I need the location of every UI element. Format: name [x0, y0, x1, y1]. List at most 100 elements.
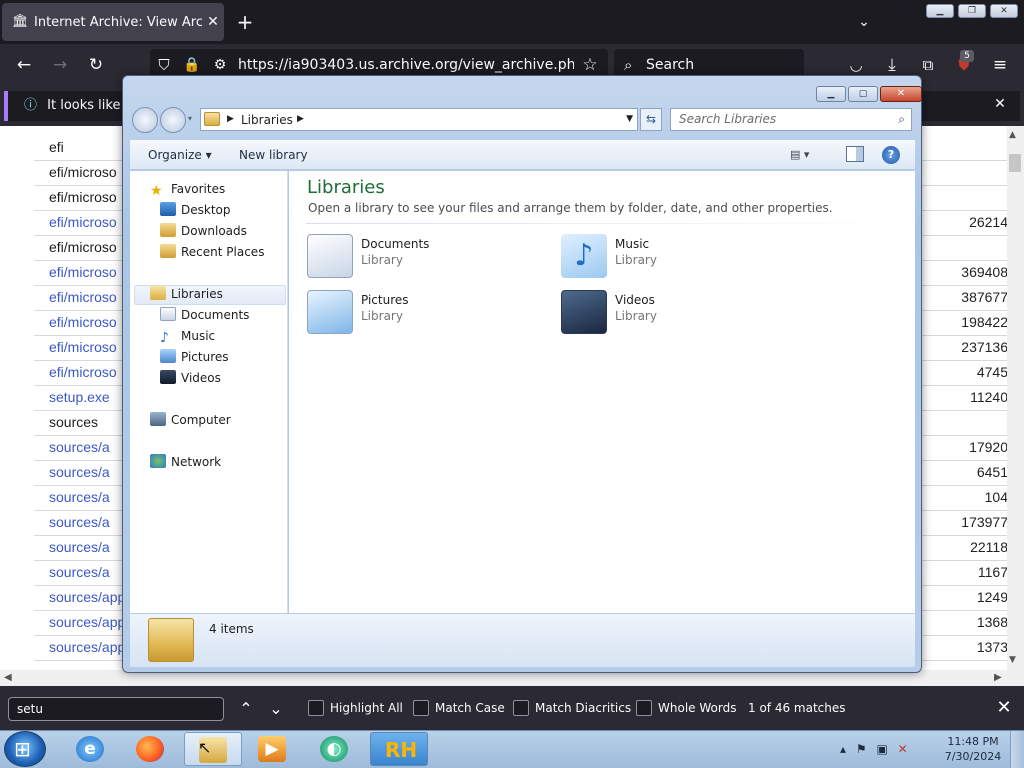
- file-name[interactable]: sources/a: [49, 489, 110, 505]
- network-icon[interactable]: ▣: [876, 742, 890, 756]
- clock[interactable]: 11:48 PM 7/30/2024: [944, 734, 1002, 764]
- highlight-all-label[interactable]: Highlight All: [330, 700, 403, 716]
- find-close-icon[interactable]: ✕: [992, 696, 1016, 720]
- start-button[interactable]: ⊞: [4, 731, 46, 767]
- address-separator-icon[interactable]: ▶: [227, 111, 234, 127]
- library-videos[interactable]: Videos Library: [561, 288, 801, 336]
- taskbar-app[interactable]: ◐: [306, 732, 364, 766]
- notification-close-icon[interactable]: ✕: [990, 92, 1010, 116]
- scroll-up-icon[interactable]: ▲: [1009, 130, 1016, 140]
- explorer-refresh-button[interactable]: ⇆: [640, 108, 662, 131]
- explorer-address-bar[interactable]: ▶ Libraries ▶ ▼: [200, 108, 638, 131]
- match-diacritics-checkbox[interactable]: [513, 700, 529, 716]
- match-diacritics-label[interactable]: Match Diacritics: [535, 700, 631, 716]
- list-tabs-chevron-icon[interactable]: ⌄: [852, 10, 876, 34]
- nav-videos[interactable]: Videos: [160, 369, 221, 387]
- whole-words-checkbox[interactable]: [636, 700, 652, 716]
- minimize-button[interactable]: ▁: [926, 4, 954, 18]
- downloads-icon[interactable]: ⤓: [880, 53, 904, 77]
- library-pictures[interactable]: Pictures Library: [307, 288, 547, 336]
- address-dropdown-icon[interactable]: ▼: [626, 111, 633, 127]
- nav-downloads[interactable]: Downloads: [160, 222, 247, 240]
- nav-libraries[interactable]: Libraries: [150, 285, 223, 303]
- vertical-scroll-thumb[interactable]: [1009, 154, 1021, 172]
- file-name[interactable]: setup.exe: [49, 389, 110, 405]
- nav-favorites[interactable]: ★ Favorites: [150, 180, 225, 198]
- file-name[interactable]: sources/a: [49, 539, 110, 555]
- taskbar-firefox[interactable]: [122, 732, 180, 766]
- nav-network[interactable]: Network: [150, 453, 221, 471]
- forward-arrow-icon[interactable]: →: [48, 53, 72, 77]
- lock-icon[interactable]: 🔒: [180, 53, 204, 77]
- taskbar-windows-explorer[interactable]: [184, 732, 242, 766]
- match-case-checkbox[interactable]: [413, 700, 429, 716]
- pocket-icon[interactable]: ◡: [844, 53, 868, 77]
- action-center-flag-icon[interactable]: ⚑: [856, 742, 870, 756]
- new-tab-icon[interactable]: +: [234, 10, 256, 34]
- find-next-icon[interactable]: ⌄: [264, 697, 288, 721]
- nav-documents[interactable]: Documents: [160, 306, 249, 324]
- file-name[interactable]: efi/microso: [49, 214, 117, 230]
- menu-hamburger-icon[interactable]: ≡: [988, 53, 1012, 77]
- preview-pane-button[interactable]: [846, 146, 864, 162]
- nav-computer[interactable]: Computer: [150, 411, 231, 429]
- nav-pictures[interactable]: Pictures: [160, 348, 229, 366]
- scroll-right-icon[interactable]: ▶: [994, 672, 1002, 683]
- shield-icon[interactable]: ⛉: [152, 53, 176, 77]
- extensions-puzzle-icon[interactable]: ⧉: [916, 53, 940, 77]
- vertical-scrollbar[interactable]: [1007, 126, 1024, 670]
- taskbar-media-player[interactable]: ▶: [244, 732, 302, 766]
- file-name[interactable]: efi/microso: [49, 264, 117, 280]
- taskbar-internet-explorer[interactable]: e: [62, 732, 120, 766]
- scroll-down-icon[interactable]: ▼: [1009, 655, 1016, 665]
- reload-icon[interactable]: ↻: [84, 53, 108, 77]
- nav-music[interactable]: ♪ Music: [160, 327, 215, 345]
- back-arrow-icon[interactable]: ←: [12, 53, 36, 77]
- file-name[interactable]: sources/a: [49, 439, 110, 455]
- browser-tab[interactable]: 🏛 Internet Archive: View Archive ✕: [2, 3, 224, 41]
- file-name[interactable]: efi/microso: [49, 289, 117, 305]
- explorer-forward-button[interactable]: [160, 107, 186, 133]
- explorer-minimize-button[interactable]: ▁: [816, 86, 846, 102]
- file-name[interactable]: sources/a: [49, 564, 110, 580]
- scroll-left-icon[interactable]: ◀: [4, 672, 12, 683]
- highlight-all-checkbox[interactable]: [308, 700, 324, 716]
- url-text[interactable]: https://ia903403.us.archive.org/view_arc…: [238, 57, 574, 75]
- tray-expand-icon[interactable]: ▴: [840, 742, 849, 756]
- search-icon[interactable]: ⌕: [898, 109, 905, 130]
- taskbar-rh[interactable]: RH: [370, 732, 428, 766]
- close-tab-icon[interactable]: ✕: [202, 14, 224, 30]
- restore-button[interactable]: ❐: [958, 4, 986, 18]
- explorer-back-button[interactable]: [132, 107, 158, 133]
- find-previous-icon[interactable]: ⌃: [234, 697, 258, 721]
- close-window-button[interactable]: ✕: [990, 4, 1018, 18]
- whole-words-label[interactable]: Whole Words: [658, 700, 736, 716]
- file-name[interactable]: sources/app: [49, 639, 125, 655]
- nav-desktop[interactable]: Desktop: [160, 201, 231, 219]
- permissions-icon[interactable]: ⚙: [208, 53, 232, 77]
- file-name[interactable]: sources/app: [49, 614, 125, 630]
- match-case-label[interactable]: Match Case: [435, 700, 505, 716]
- library-documents[interactable]: Documents Library: [307, 232, 547, 280]
- explorer-maximize-button[interactable]: ▢: [848, 86, 878, 102]
- explorer-search-box[interactable]: Search Libraries ⌕: [670, 108, 912, 131]
- bookmark-star-icon[interactable]: ☆: [578, 53, 602, 77]
- system-tray[interactable]: ▴ ⚑ ▣ ✕: [840, 732, 940, 766]
- show-desktop-button[interactable]: [1010, 731, 1024, 768]
- explorer-close-button[interactable]: ✕: [880, 86, 922, 102]
- address-crumb-libraries[interactable]: Libraries: [241, 112, 293, 128]
- nav-recent-places[interactable]: Recent Places: [160, 243, 264, 261]
- file-name[interactable]: sources/app: [49, 589, 125, 605]
- file-name[interactable]: efi/microso: [49, 364, 117, 380]
- file-name[interactable]: efi/microso: [49, 314, 117, 330]
- find-input[interactable]: setu: [8, 697, 224, 721]
- recent-pages-icon[interactable]: ▾: [188, 114, 192, 123]
- address-separator-icon[interactable]: ▶: [297, 111, 304, 127]
- volume-muted-icon[interactable]: ✕: [898, 742, 911, 756]
- change-view-button[interactable]: ▤ ▾: [790, 146, 828, 164]
- new-library-button[interactable]: New library: [239, 147, 308, 163]
- file-name[interactable]: efi/microso: [49, 339, 117, 355]
- file-name[interactable]: sources/a: [49, 464, 110, 480]
- help-icon[interactable]: ?: [882, 146, 900, 164]
- file-name[interactable]: sources/a: [49, 514, 110, 530]
